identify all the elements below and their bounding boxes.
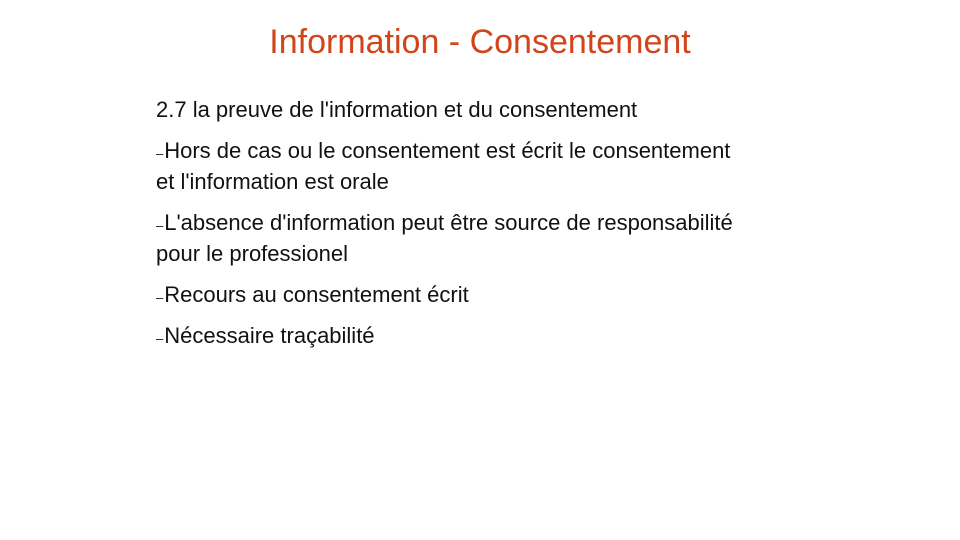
bullet-item-3: –Recours au consentement écrit (156, 279, 736, 310)
bullet-text: L'absence d'information peut être source… (156, 210, 733, 266)
slide-title: Information - Consentement (269, 23, 691, 61)
dash-bullet-icon: – (156, 331, 164, 346)
bullet-text: Hors de cas ou le consentement est écrit… (156, 138, 731, 194)
dash-bullet-icon: – (156, 290, 164, 305)
bullet-item-1: –Hors de cas ou le consentement est écri… (156, 135, 736, 197)
section-heading: 2.7 la preuve de l'information et du con… (156, 97, 638, 122)
bullet-text: Recours au consentement écrit (164, 282, 469, 307)
dash-bullet-icon: – (156, 146, 164, 161)
bullet-text: Nécessaire traçabilité (164, 323, 375, 348)
slide-body: 2.7 la preuve de l'information et du con… (156, 94, 736, 361)
dash-bullet-icon: – (156, 218, 164, 233)
bullet-item-4: –Nécessaire traçabilité (156, 320, 736, 351)
bullet-item-2: –L'absence d'information peut être sourc… (156, 207, 736, 269)
